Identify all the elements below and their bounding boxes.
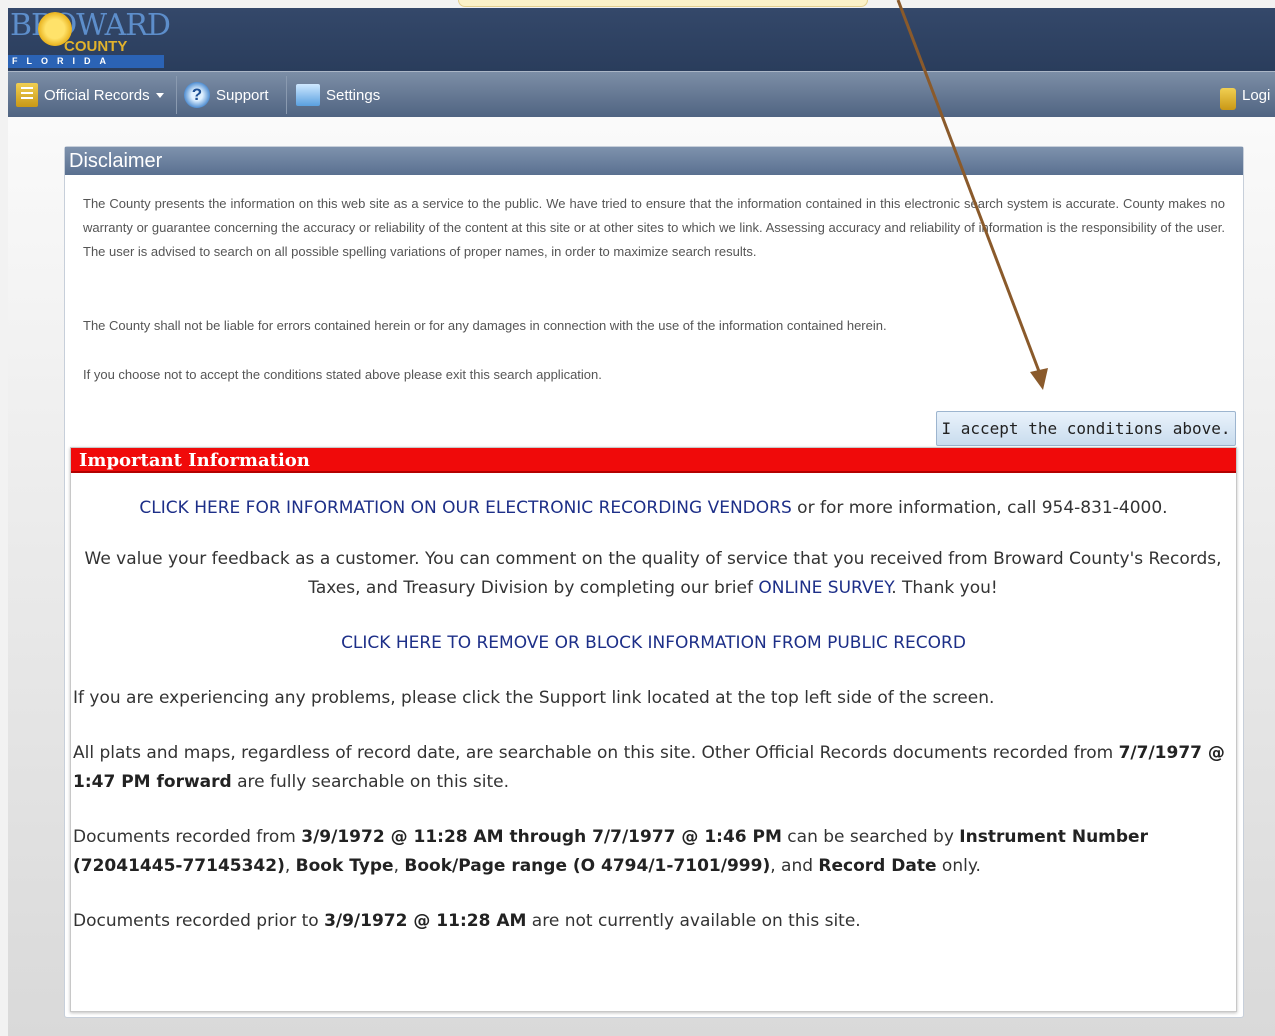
plats-paragraph: All plats and maps, regardless of record… — [73, 739, 1228, 797]
logo-florida: FLORIDA — [8, 55, 164, 68]
lock-icon — [1220, 88, 1236, 110]
prior-date: 3/9/1972 @ 11:28 AM — [324, 911, 527, 931]
docs-record-date: Record Date — [818, 856, 937, 876]
settings-link[interactable]: Settings — [296, 72, 380, 118]
online-survey-link[interactable]: ONLINE SURVEY — [758, 578, 891, 598]
docs-date-range: 3/9/1972 @ 11:28 AM through 7/7/1977 @ 1… — [301, 827, 782, 847]
prior-text: Documents recorded prior to — [73, 911, 325, 931]
feedback-paragraph: We value your feedback as a customer. Yo… — [73, 545, 1233, 603]
tooltip-callout — [458, 0, 868, 7]
disclaimer-title: Disclaimer — [65, 147, 1243, 175]
disclaimer-text: The County presents the information on t… — [83, 196, 1225, 259]
vendors-link[interactable]: CLICK HERE FOR INFORMATION ON OUR ELECTR… — [139, 498, 791, 518]
docs-text: Documents recorded from — [73, 827, 302, 847]
broward-county-logo[interactable]: BROWARD COUNTY FLORIDA — [8, 8, 171, 70]
liability-text: The County shall not be liable for error… — [83, 318, 887, 333]
exit-notice: If you choose not to accept the conditio… — [83, 367, 602, 382]
login-label: Logi — [1242, 86, 1271, 104]
nav-divider — [286, 76, 287, 114]
settings-label: Settings — [326, 86, 381, 104]
remove-paragraph: CLICK HERE TO REMOVE OR BLOCK INFORMATIO… — [71, 629, 1236, 658]
docs-text: , — [393, 856, 405, 876]
docs-text: , — [284, 856, 296, 876]
docs-text: , and — [770, 856, 819, 876]
docs-book-type: Book Type — [295, 856, 394, 876]
prior-paragraph: Documents recorded prior to 3/9/1972 @ 1… — [73, 907, 1228, 936]
accept-conditions-button[interactable]: I accept the conditions above. — [936, 411, 1236, 446]
help-icon: ? — [184, 82, 210, 108]
documents-paragraph: Documents recorded from 3/9/1972 @ 11:28… — [73, 823, 1228, 881]
prior-text-end: are not currently available on this site… — [526, 911, 861, 931]
records-icon — [16, 83, 38, 107]
problems-text: If you are experiencing any problems, pl… — [73, 688, 995, 708]
docs-text: can be searched by — [781, 827, 960, 847]
plats-text: All plats and maps, regardless of record… — [73, 743, 1119, 763]
settings-icon — [296, 84, 320, 106]
chevron-down-icon — [155, 92, 164, 98]
docs-text: only. — [936, 856, 981, 876]
feedback-thanks: . Thank you! — [891, 578, 998, 598]
nav-divider — [176, 76, 177, 114]
official-records-label: Official Records — [44, 86, 150, 104]
docs-book-page-range: Book/Page range (O 4794/1-7101/999) — [404, 856, 771, 876]
vendors-phone-text: or for more information, call 954-831-40… — [791, 498, 1168, 518]
remove-block-link[interactable]: CLICK HERE TO REMOVE OR BLOCK INFORMATIO… — [341, 633, 966, 653]
feedback-text: We value your feedback as a customer. Yo… — [84, 549, 1222, 598]
support-link[interactable]: ? Support — [184, 72, 269, 118]
header-bar: BROWARD COUNTY FLORIDA — [8, 8, 1275, 71]
vendors-paragraph: CLICK HERE FOR INFORMATION ON OUR ELECTR… — [71, 494, 1236, 523]
important-information-panel: Important Information CLICK HERE FOR INF… — [70, 447, 1237, 1012]
official-records-menu[interactable]: Official Records — [16, 72, 164, 118]
plats-text-end: are fully searchable on this site. — [231, 772, 510, 792]
login-link[interactable]: Logi — [1220, 72, 1270, 118]
support-label: Support — [216, 86, 269, 104]
important-information-title: Important Information — [71, 448, 1236, 473]
nav-bar: Official Records ? Support Settings Logi — [8, 71, 1275, 118]
logo-county: COUNTY — [64, 38, 128, 55]
